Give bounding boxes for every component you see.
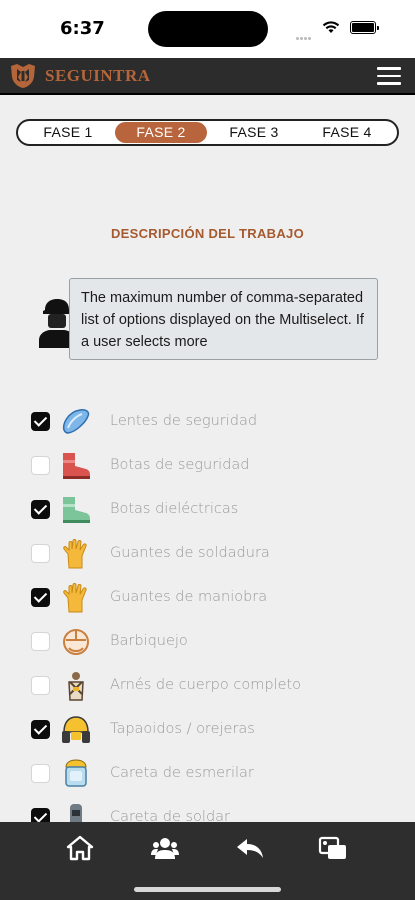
checkbox[interactable]: [31, 500, 50, 519]
checkbox[interactable]: [31, 720, 50, 739]
list-item[interactable]: Barbiquejo: [0, 618, 415, 662]
item-label: Botas dieléctricas: [110, 501, 239, 517]
glove-icon: [63, 539, 87, 569]
wifi-icon: [322, 21, 340, 33]
glove-icon: [63, 583, 87, 613]
list-item[interactable]: Botas dieléctricas: [0, 486, 415, 530]
checkbox[interactable]: [31, 632, 50, 651]
battery-icon: [350, 21, 379, 34]
section-title: DESCRIPCIÓN DEL TRABAJO: [110, 226, 304, 241]
safety-glasses-icon: [62, 409, 90, 434]
checkbox[interactable]: [31, 544, 50, 563]
list-item[interactable]: Lentes de seguridad: [0, 398, 415, 442]
signal-dots-icon: [296, 27, 316, 40]
dynamic-island: [148, 11, 268, 47]
status-bar: 6:37: [0, 0, 415, 58]
home-indicator: [134, 887, 281, 892]
item-label: Arnés de cuerpo completo: [110, 677, 302, 693]
checkbox[interactable]: [31, 456, 50, 475]
item-label: Lentes de seguridad: [110, 413, 258, 429]
list-item[interactable]: Careta de esmerilar: [0, 750, 415, 794]
home-icon[interactable]: [65, 834, 95, 862]
red-boot-icon: [63, 453, 90, 479]
menu-line-icon: [377, 67, 401, 70]
people-icon[interactable]: [150, 834, 180, 862]
list-item[interactable]: Tapaoidos / orejeras: [0, 706, 415, 750]
ear-muffs-icon: [62, 716, 90, 743]
shield-logo-icon: [11, 64, 35, 88]
item-label: Tapaoidos / orejeras: [110, 721, 255, 737]
reply-icon[interactable]: [235, 834, 265, 862]
hamburger-menu-button[interactable]: [377, 67, 401, 87]
checkbox[interactable]: [31, 412, 50, 431]
list-item[interactable]: Arnés de cuerpo completo: [0, 662, 415, 706]
face-shield-icon: [65, 759, 87, 787]
checkbox[interactable]: [31, 764, 50, 783]
tab-fase-1[interactable]: FASE 1: [22, 122, 114, 143]
item-label: Careta de esmerilar: [110, 765, 254, 781]
item-label: Botas de seguridad: [110, 457, 250, 473]
item-label: Barbiquejo: [110, 633, 188, 649]
green-boot-icon: [63, 497, 90, 523]
list-item[interactable]: Botas de seguridad: [0, 442, 415, 486]
gallery-icon[interactable]: [318, 834, 348, 862]
app-header: SEGUINTRA: [0, 58, 415, 95]
menu-line-icon: [377, 82, 401, 85]
checkbox[interactable]: [31, 588, 50, 607]
tab-fase-2[interactable]: FASE 2: [115, 122, 207, 143]
menu-line-icon: [377, 74, 401, 77]
status-time: 6:37: [60, 18, 105, 39]
item-label: Guantes de maniobra: [110, 589, 268, 605]
checkbox[interactable]: [31, 676, 50, 695]
multiselect-tooltip: The maximum number of comma-separated li…: [69, 278, 378, 360]
list-item[interactable]: Guantes de soldadura: [0, 530, 415, 574]
phase-tabs: FASE 1 FASE 2 FASE 3 FASE 4: [16, 119, 399, 146]
brand-name: SEGUINTRA: [45, 66, 151, 85]
chin-strap-icon: [63, 629, 89, 655]
tab-fase-4[interactable]: FASE 4: [301, 122, 393, 143]
tab-fase-3[interactable]: FASE 3: [208, 122, 300, 143]
harness-icon: [68, 672, 84, 701]
list-item[interactable]: Guantes de maniobra: [0, 574, 415, 618]
item-label: Guantes de soldadura: [110, 545, 270, 561]
